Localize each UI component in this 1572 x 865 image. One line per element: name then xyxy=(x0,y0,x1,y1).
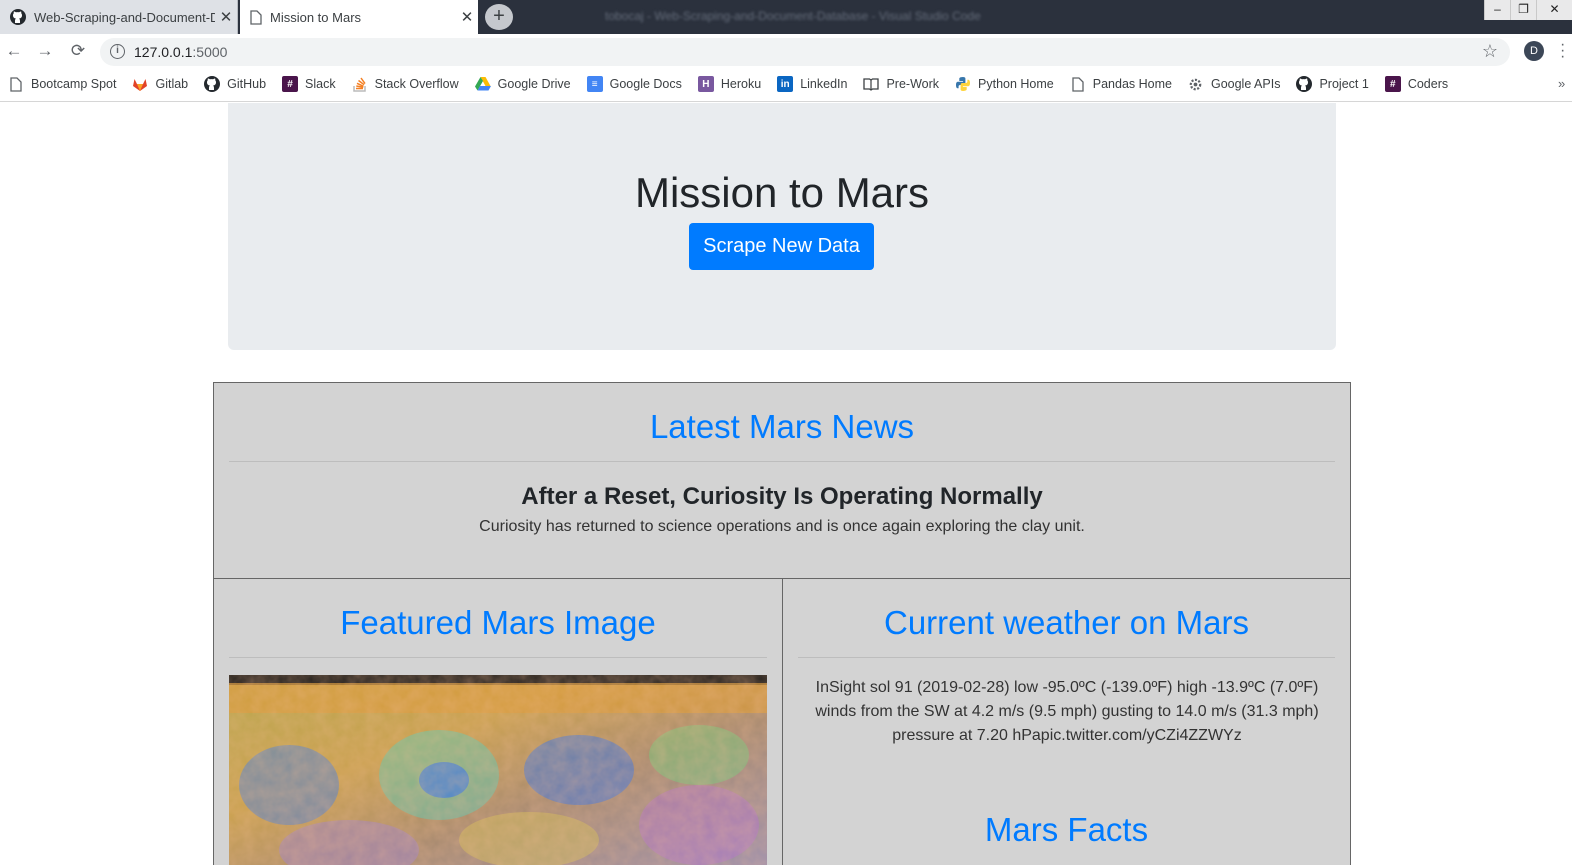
bookmark-label: Google Docs xyxy=(609,77,682,91)
page-icon xyxy=(1070,76,1086,92)
bookmark-slack[interactable]: # Slack xyxy=(282,76,336,92)
heroku-icon: H xyxy=(697,76,714,92)
bookmark-pre-work[interactable]: Pre-Work xyxy=(863,76,939,92)
bookmark-google-docs[interactable]: ≡ Google Docs xyxy=(586,76,682,92)
browser-titlebar: Web-Scraping-and-Document-D ✕ Mission to… xyxy=(0,0,1572,34)
featured-image-section: Featured Mars Image xyxy=(213,578,783,865)
bookmark-pandas-home[interactable]: Pandas Home xyxy=(1070,76,1172,92)
kebab-menu-icon[interactable]: · · · xyxy=(1560,37,1568,65)
news-heading: Latest Mars News xyxy=(649,408,915,445)
bookmark-stack-overflow[interactable]: Stack Overflow xyxy=(352,76,459,92)
close-icon[interactable]: ✕ xyxy=(215,8,237,26)
bookmark-label: GitHub xyxy=(227,77,267,91)
featured-mars-image[interactable] xyxy=(229,675,767,865)
bookmark-label: Python Home xyxy=(978,77,1054,91)
jumbotron: Mission to Mars Scrape New Data xyxy=(228,103,1336,350)
page-icon xyxy=(8,76,24,92)
bookmark-heroku[interactable]: H Heroku xyxy=(697,76,762,92)
bookmark-github[interactable]: GitHub xyxy=(204,76,266,92)
bookmark-linkedin[interactable]: in LinkedIn xyxy=(777,76,847,92)
bookmark-label: Google Drive xyxy=(497,77,571,91)
python-icon xyxy=(955,76,971,92)
linkedin-icon: in xyxy=(777,76,794,92)
close-icon[interactable]: ✕ xyxy=(456,8,478,26)
weather-text: InSight sol 91 (2019-02-28) low -95.0ºC … xyxy=(815,679,1319,744)
bookmark-label: Gitlab xyxy=(155,77,189,91)
tab-mission-to-mars[interactable]: Mission to Mars ✕ xyxy=(240,0,478,34)
divider xyxy=(229,461,1335,462)
mars-facts-heading: Mars Facts xyxy=(984,811,1149,848)
github-icon xyxy=(204,76,221,92)
weather-heading: Current weather on Mars xyxy=(884,604,1249,641)
github-icon xyxy=(1296,76,1313,92)
google-drive-icon xyxy=(474,76,491,92)
forward-arrow-icon[interactable]: → xyxy=(34,41,56,63)
window-controls: ‒ ❐ ✕ xyxy=(1484,0,1572,20)
window-close-icon[interactable]: ✕ xyxy=(1536,0,1572,20)
info-icon[interactable]: i xyxy=(110,44,125,59)
page-viewport: Mission to Mars Scrape New Data Latest M… xyxy=(0,103,1572,865)
tab-title: Mission to Mars xyxy=(270,9,362,25)
bookmark-python-home[interactable]: Python Home xyxy=(955,76,1054,92)
url-text[interactable]: 127.0.0.1:5000 xyxy=(134,44,227,60)
bookmark-gitlab[interactable]: Gitlab xyxy=(132,76,188,92)
news-section: Latest Mars News After a Reset, Curiosit… xyxy=(213,382,1351,579)
tab-web-scraping[interactable]: Web-Scraping-and-Document-D ✕ xyxy=(0,0,238,34)
divider xyxy=(798,657,1335,658)
restore-icon[interactable]: ❐ xyxy=(1510,0,1536,20)
gear-icon xyxy=(1188,76,1204,92)
news-paragraph: Curiosity has returned to science operat… xyxy=(479,518,1085,535)
more-bookmarks-chevron-icon[interactable]: » xyxy=(1558,76,1565,91)
bookmark-bootcamp-spot[interactable]: Bootcamp Spot xyxy=(8,76,116,92)
new-tab-button[interactable]: + xyxy=(485,4,513,30)
bookmark-label: LinkedIn xyxy=(800,77,848,91)
divider xyxy=(229,657,767,658)
address-bar[interactable]: i 127.0.0.1:5000 ☆ xyxy=(100,38,1510,66)
google-docs-icon: ≡ xyxy=(586,76,603,92)
bookmark-label: Bootcamp Spot xyxy=(31,77,117,91)
bookmark-google-drive[interactable]: Google Drive xyxy=(474,76,571,92)
stackoverflow-icon xyxy=(352,76,368,92)
bookmark-star-icon[interactable]: ☆ xyxy=(1482,41,1498,62)
url-port: :5000 xyxy=(192,44,228,60)
tab-title: Web-Scraping-and-Document-D xyxy=(34,9,215,25)
bookmark-label: Heroku xyxy=(720,77,762,91)
bookmark-label: Project 1 xyxy=(1319,77,1369,91)
page-icon xyxy=(250,9,262,25)
reload-icon[interactable]: ⟳ xyxy=(67,41,89,63)
bookmark-label: Slack xyxy=(305,77,336,91)
bookmark-google-apis[interactable]: Google APIs xyxy=(1188,76,1281,92)
slack-icon: # xyxy=(1384,76,1401,92)
github-icon xyxy=(10,9,26,25)
gitlab-icon xyxy=(132,76,148,92)
bookmark-label: Pandas Home xyxy=(1092,77,1172,91)
minimize-icon[interactable]: ‒ xyxy=(1484,0,1510,20)
weather-section: Current weather on Mars InSight sol 91 (… xyxy=(782,578,1351,865)
browser-toolbar: ← → ⟳ i 127.0.0.1:5000 ☆ D · · · xyxy=(0,34,1572,68)
window-title: tobocaj - Web-Scraping-and-Document-Data… xyxy=(605,9,981,23)
profile-avatar[interactable]: D xyxy=(1524,41,1544,61)
book-icon xyxy=(863,76,880,92)
bookmark-label: Google APIs xyxy=(1210,77,1281,91)
url-host: 127.0.0.1 xyxy=(134,44,193,60)
bookmarks-bar: Bootcamp Spot Gitlab GitHub # Slack Stack… xyxy=(0,68,1572,102)
bookmark-project-1[interactable]: Project 1 xyxy=(1296,76,1369,92)
scrape-new-data-button[interactable]: Scrape New Data xyxy=(689,223,874,270)
featured-image-heading: Featured Mars Image xyxy=(340,604,656,641)
news-title: After a Reset, Curiosity Is Operating No… xyxy=(521,483,1043,510)
bookmark-coders[interactable]: # Coders xyxy=(1384,76,1449,92)
bookmark-label: Stack Overflow xyxy=(374,77,459,91)
slack-icon: # xyxy=(282,76,299,92)
bookmark-label: Pre-Work xyxy=(886,77,940,91)
bookmark-label: Coders xyxy=(1407,77,1449,91)
back-arrow-icon[interactable]: ← xyxy=(3,41,25,63)
page-title: Mission to Mars xyxy=(634,169,930,216)
bookmark-list: Bootcamp Spot Gitlab GitHub # Slack Stack… xyxy=(8,76,1464,92)
